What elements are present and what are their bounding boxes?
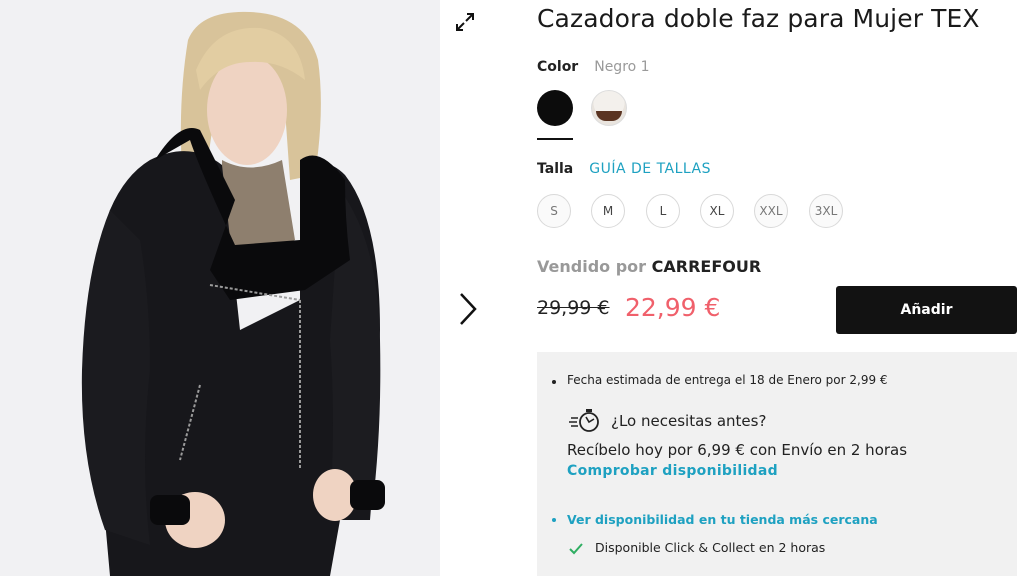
delivery-estimate: Fecha estimada de entrega el 18 de Enero… [567,373,888,387]
sale-price: 22,99 € [625,293,721,322]
expand-icon[interactable] [453,10,477,34]
original-price: 29,99 € [537,297,610,319]
product-image[interactable] [0,0,440,576]
express-delivery-text: Recíbelo hoy por 6,99 € con Envío en 2 h… [567,441,908,459]
color-swatch-white-brown[interactable] [591,90,627,126]
selected-swatch-indicator [537,138,573,140]
size-option-m[interactable]: M [591,194,625,228]
seller-info: Vendido por CARREFOUR [537,257,761,276]
size-guide-link[interactable]: GUÍA DE TALLAS [589,161,711,177]
color-swatch-black[interactable] [537,90,573,126]
selected-color-value: Negro 1 [594,59,650,75]
color-label: Color [537,59,579,75]
product-title: Cazadora doble faz para Mujer TEX [537,4,980,33]
bullet-icon [552,380,556,384]
color-selector-header: Color Negro 1 [537,59,650,75]
bullet-icon [552,518,556,522]
stopwatch-icon [569,408,603,434]
seller-name: CARREFOUR [651,257,762,276]
checkmark-icon [569,540,583,555]
nearest-store-link[interactable]: Ver disponibilidad en tu tienda más cerc… [567,512,878,527]
size-option-xl[interactable]: XL [700,194,734,228]
click-collect-availability: Disponible Click & Collect en 2 horas [595,540,826,555]
add-to-cart-button[interactable]: Añadir [836,286,1017,334]
size-selector-header: Talla GUÍA DE TALLAS [537,161,711,177]
check-availability-link[interactable]: Comprobar disponibilidad [567,463,778,479]
need-it-sooner-text: ¿Lo necesitas antes? [611,412,767,430]
size-option-l[interactable]: L [646,194,680,228]
size-option-s[interactable]: S [537,194,571,228]
delivery-info-panel: Fecha estimada de entrega el 18 de Enero… [537,352,1017,576]
seller-prefix: Vendido por [537,257,647,276]
size-option-xxl[interactable]: XXL [754,194,788,228]
product-photo-illustration [0,0,440,576]
chevron-right-icon[interactable] [455,290,481,328]
size-label: Talla [537,161,574,177]
size-option-3xl[interactable]: 3XL [809,194,843,228]
